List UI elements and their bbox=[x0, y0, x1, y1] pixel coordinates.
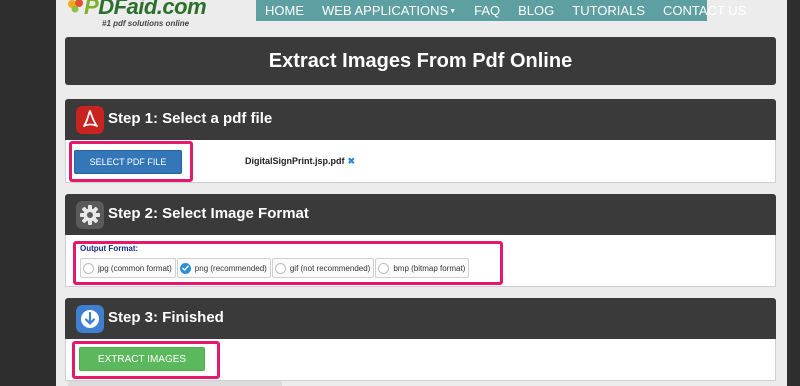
nav-contact-us[interactable]: CONTACT US bbox=[654, 3, 755, 18]
step2-title: Step 2: Select Image Format bbox=[108, 205, 309, 222]
format-option-label: bmp (bitmap format) bbox=[393, 263, 466, 273]
logo-tagline: #1 pdf solutions online bbox=[102, 19, 190, 28]
pdf-icon bbox=[76, 106, 104, 134]
checkmark-icon bbox=[181, 265, 189, 271]
gear-icon bbox=[76, 201, 104, 229]
format-option-gif[interactable]: gif (not recommended) bbox=[271, 258, 375, 278]
nav-faq[interactable]: FAQ bbox=[465, 3, 509, 18]
format-option-label: png (recommended) bbox=[194, 263, 267, 273]
radio-png-checked[interactable] bbox=[179, 262, 191, 274]
page-title-bar: Extract Images From Pdf Online bbox=[65, 37, 776, 85]
site-logo[interactable]: PDFaid.com #1 pdf solutions online bbox=[62, 0, 262, 34]
step3-title: Step 3: Finished bbox=[108, 309, 224, 326]
format-option-png[interactable]: png (recommended) bbox=[176, 258, 271, 278]
step1-header: Step 1: Select a pdf file bbox=[65, 99, 776, 140]
radio-bmp[interactable] bbox=[378, 262, 390, 274]
format-option-jpg[interactable]: jpg (common format) bbox=[80, 258, 176, 278]
nav-web-applications-label: WEB APPLICATIONS bbox=[322, 3, 449, 18]
radio-gif[interactable] bbox=[274, 262, 286, 274]
left-background bbox=[0, 0, 56, 386]
nav-web-applications[interactable]: WEB APPLICATIONS▼ bbox=[313, 3, 465, 18]
nav-blog[interactable]: BLOG bbox=[509, 3, 563, 18]
logo-text: PDFaid.com bbox=[84, 0, 207, 19]
format-option-label: jpg (common format) bbox=[98, 263, 172, 273]
step3-header: Step 3: Finished bbox=[65, 298, 776, 339]
horizontal-scrollbar[interactable] bbox=[68, 381, 282, 386]
nav-home[interactable]: HOME bbox=[256, 3, 313, 18]
download-icon bbox=[76, 305, 104, 333]
format-radio-group: jpg (common format) png (recommended) gi… bbox=[80, 258, 470, 278]
page-title: Extract Images From Pdf Online bbox=[268, 49, 573, 72]
main-nav: HOME WEB APPLICATIONS▼ FAQ BLOG TUTORIAL… bbox=[256, 0, 746, 21]
extract-images-button[interactable]: EXTRACT IMAGES bbox=[79, 347, 205, 371]
page-container: PDFaid.com #1 pdf solutions online HOME … bbox=[56, 0, 787, 386]
file-name: DigitalSignPrint.jsp.pdf bbox=[245, 156, 345, 166]
step1-title: Step 1: Select a pdf file bbox=[108, 110, 273, 127]
step2-header: Step 2: Select Image Format bbox=[65, 194, 776, 235]
radio-jpg[interactable] bbox=[83, 262, 94, 274]
caret-down-icon: ▼ bbox=[449, 8, 457, 16]
selected-file: DigitalSignPrint.jsp.pdf ✖ bbox=[245, 156, 355, 167]
format-option-label: gif (not recommended) bbox=[289, 263, 371, 273]
output-format-label: Output Format: bbox=[80, 244, 139, 253]
select-pdf-file-button[interactable]: SELECT PDF FILE bbox=[74, 150, 182, 174]
remove-file-icon[interactable]: ✖ bbox=[348, 156, 356, 166]
format-option-bmp[interactable]: bmp (bitmap format) bbox=[375, 258, 470, 278]
nav-tutorials[interactable]: TUTORIALS bbox=[563, 3, 654, 18]
